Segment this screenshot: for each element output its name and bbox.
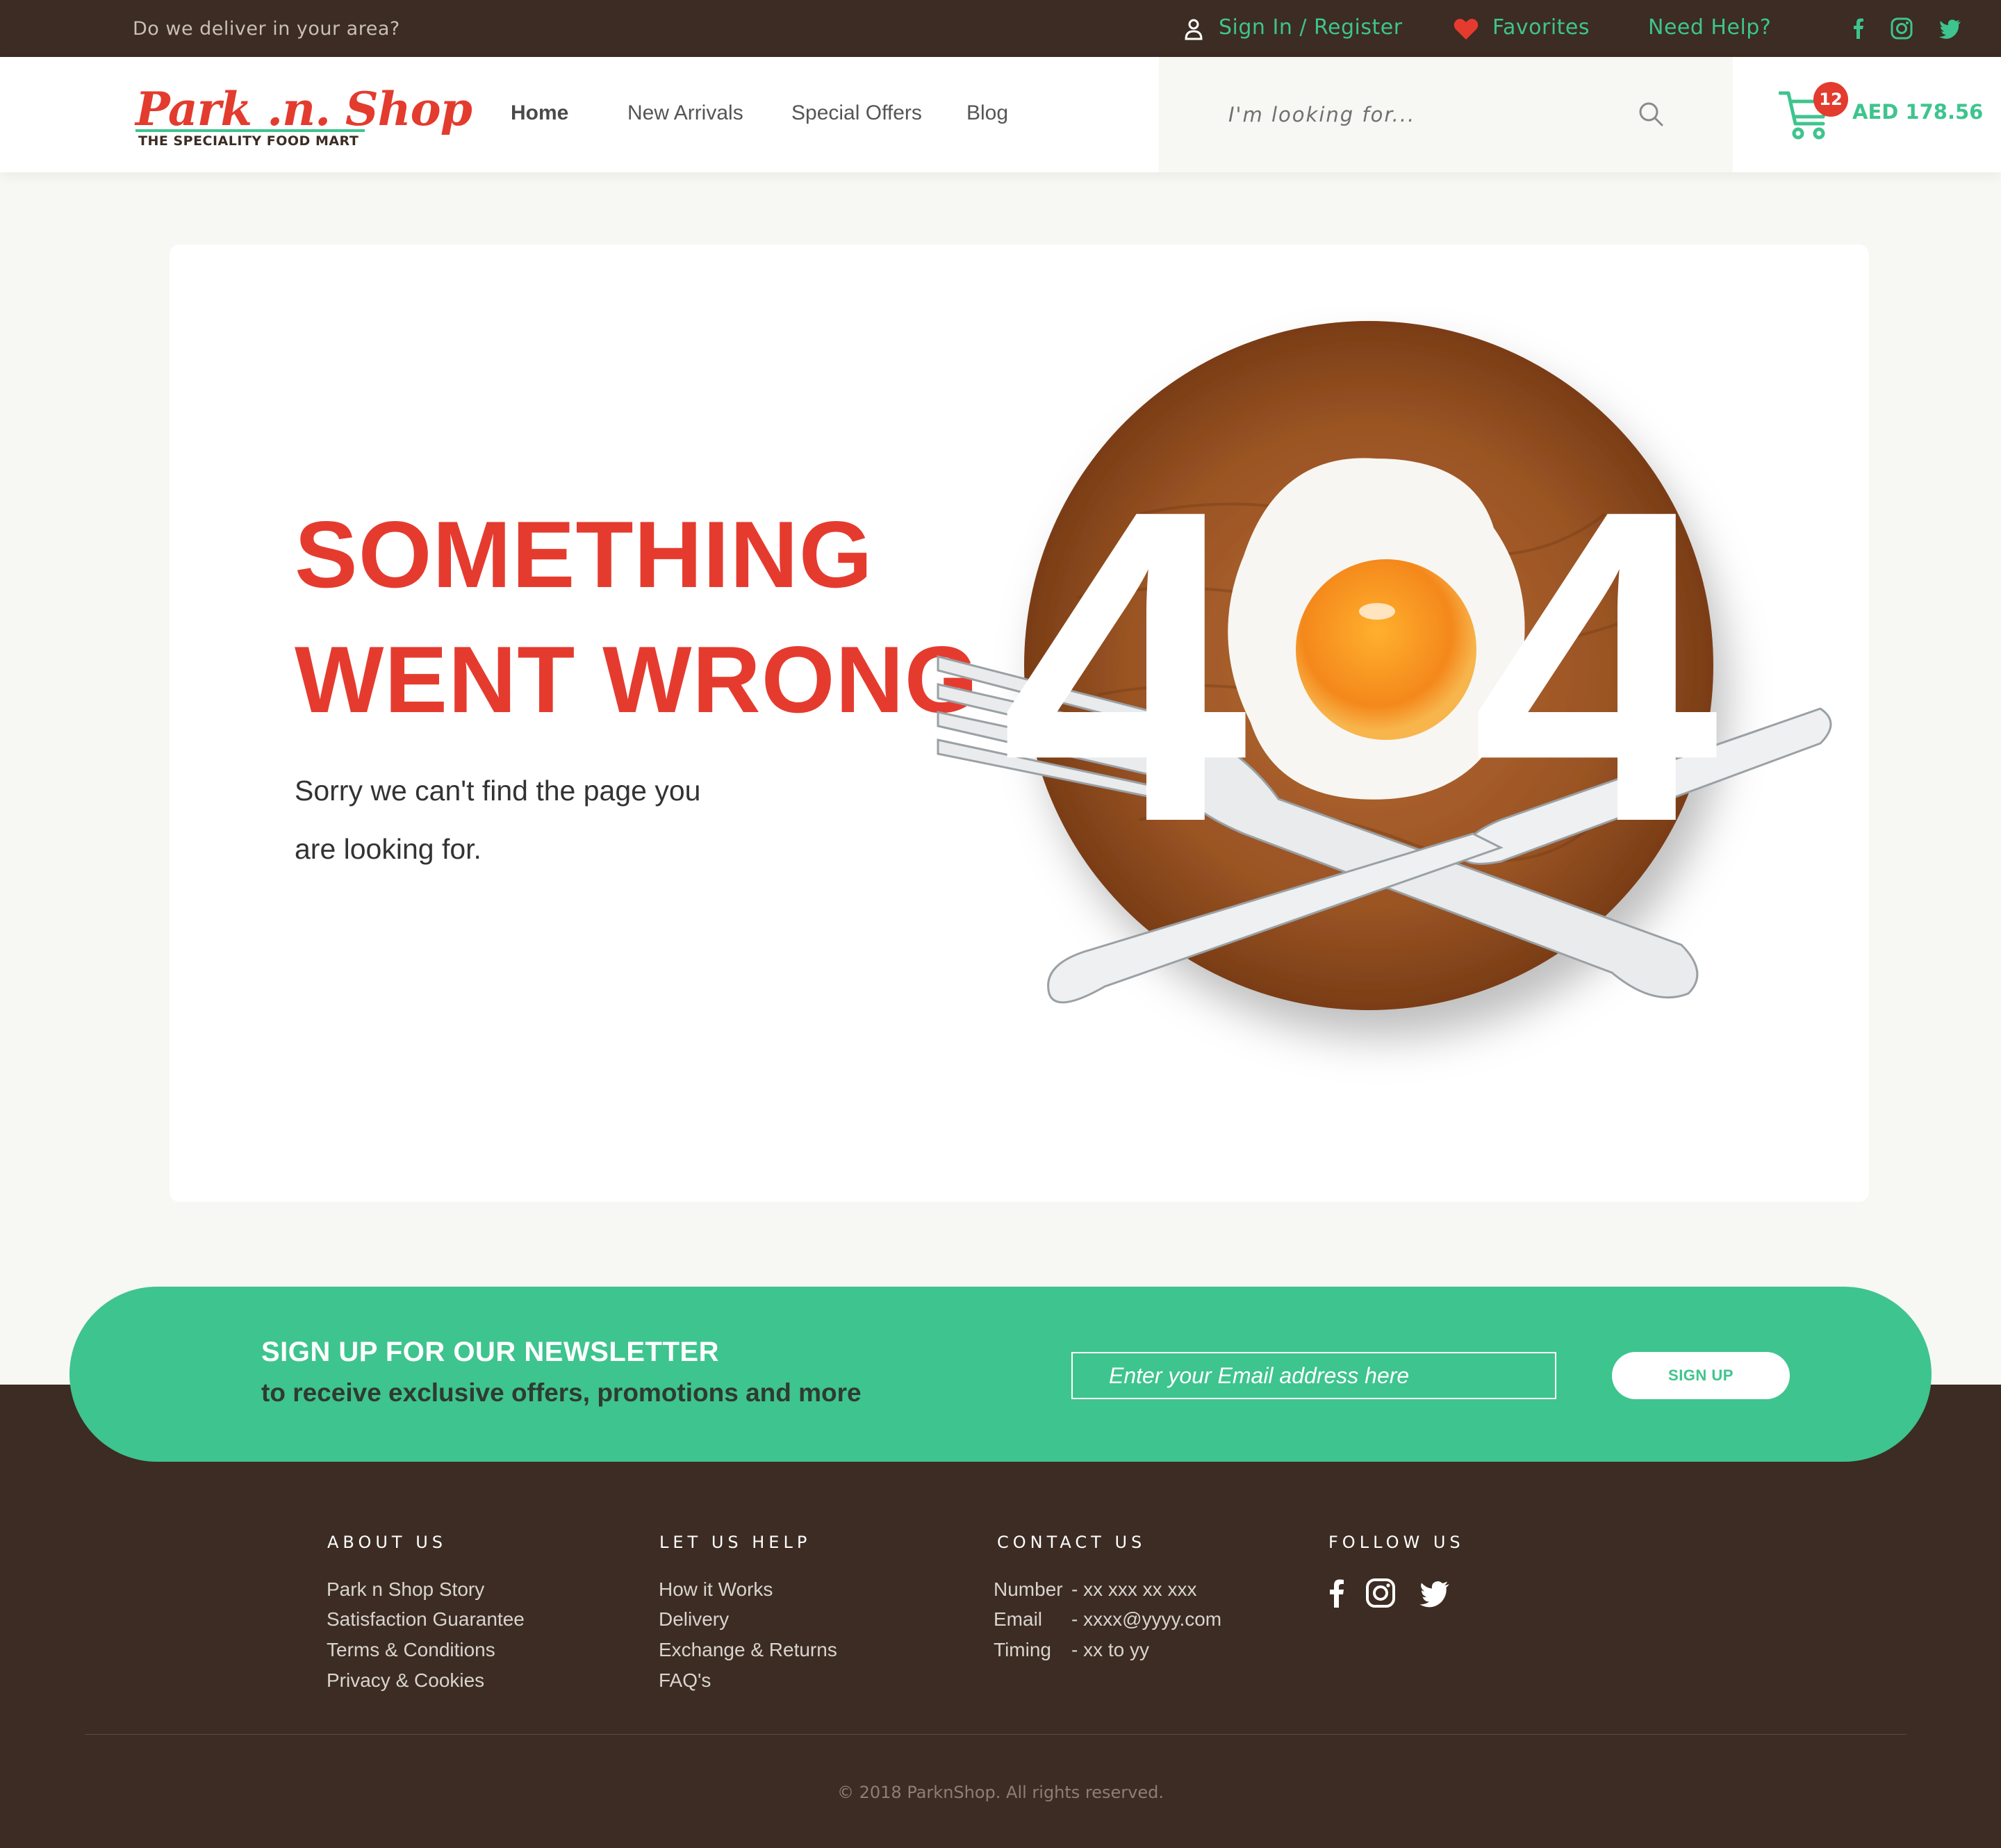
heart-icon[interactable] [1454,18,1479,40]
facebook-icon[interactable] [1847,17,1870,40]
instagram-icon[interactable] [1890,17,1913,40]
footer-link-faqs[interactable]: FAQ's [659,1669,711,1692]
contact-timing-value: - xx to yy [1071,1639,1150,1660]
cart-total: AED 178.56 [1852,100,1984,124]
error-code-left-4: 4 [1000,418,1251,914]
error-headline: SOMETHING WENT WRONG [295,492,979,742]
newsletter-title: SIGN UP FOR OUR NEWSLETTER [261,1337,719,1367]
logo-tagline: THE SPECIALITY FOOD MART [138,133,359,149]
search-input[interactable] [1228,92,1617,138]
top-bar: Do we deliver in your area? Sign In / Re… [0,0,2001,57]
sign-in-register-link[interactable]: Sign In / Register [1219,15,1403,40]
nav-special-offers[interactable]: Special Offers [791,101,922,125]
footer-link-how-it-works[interactable]: How it Works [659,1578,773,1601]
footer-link-guarantee[interactable]: Satisfaction Guarantee [327,1608,525,1631]
user-icon[interactable] [1184,18,1203,40]
logo-script: Park .n. Shop [135,82,472,136]
footer-link-delivery[interactable]: Delivery [659,1608,729,1631]
contact-timing-label: Timing [994,1639,1051,1660]
egg-yolk [1296,559,1476,740]
need-help-link[interactable]: Need Help? [1648,15,1771,40]
contact-number-value: - xx xxx xx xxx [1071,1578,1197,1600]
park-n-shop-logo[interactable]: Park .n. Shop THE SPECIALITY FOOD MART [135,82,472,151]
footer-help-title: LET US HELP [659,1533,812,1552]
deliver-area-link[interactable]: Do we deliver in your area? [133,18,400,40]
search-bar [1159,57,1733,172]
cart-button[interactable]: 12 [1779,82,1848,142]
contact-number-label: Number [994,1578,1063,1600]
copyright-text: © 2018 ParknShop. All rights reserved. [837,1783,1164,1802]
error-headline-line1: SOMETHING [295,502,873,607]
footer-divider [85,1734,1907,1735]
error-code-right-4: 4 [1472,418,1722,914]
footer-link-exchange-returns[interactable]: Exchange & Returns [659,1639,837,1661]
nav-home[interactable]: Home [511,101,568,125]
footer-about-title: ABOUT US [327,1533,447,1552]
instagram-icon[interactable] [1365,1577,1397,1609]
twitter-icon[interactable] [1938,17,1962,40]
cart-count-badge: 12 [1813,82,1848,117]
newsletter-subtitle: to receive exclusive offers, promotions … [261,1378,862,1407]
error-headline-line2: WENT WRONG [295,627,979,732]
footer-contact-title: CONTACT US [997,1533,1146,1552]
plate-egg-404-illustration: 4 4 [937,321,1832,1010]
footer-link-story[interactable]: Park n Shop Story [327,1578,484,1601]
favorites-link[interactable]: Favorites [1492,15,1590,40]
twitter-icon[interactable] [1419,1577,1451,1609]
contact-email-value[interactable]: - xxxx@yyyy.com [1071,1608,1221,1631]
logo-underline [135,129,365,132]
newsletter-email-input[interactable] [1071,1352,1556,1399]
search-icon[interactable] [1637,100,1665,128]
nav-new-arrivals[interactable]: New Arrivals [627,101,743,125]
facebook-icon[interactable] [1321,1577,1353,1609]
error-message: Sorry we can't find the page you are loo… [295,775,701,865]
newsletter-signup-button[interactable]: SIGN UP [1612,1352,1790,1399]
contact-email-label: Email [994,1608,1043,1630]
footer-follow-title: FOLLOW US [1328,1533,1465,1552]
footer-link-privacy[interactable]: Privacy & Cookies [327,1669,484,1692]
footer-link-terms[interactable]: Terms & Conditions [327,1639,495,1661]
nav-blog[interactable]: Blog [966,101,1008,125]
